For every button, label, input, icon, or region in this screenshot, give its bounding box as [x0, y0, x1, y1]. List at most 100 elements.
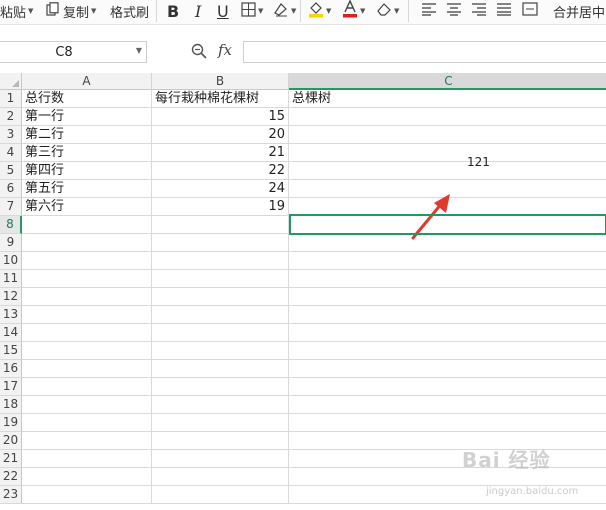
font-color-button[interactable]: ▼ — [342, 0, 365, 22]
chevron-down-icon[interactable]: ▼ — [28, 7, 33, 15]
cell-b16[interactable] — [152, 360, 289, 378]
cell-c22[interactable] — [289, 468, 606, 486]
row-header[interactable]: 1 — [0, 90, 22, 108]
row-header[interactable]: 23 — [0, 486, 22, 504]
cell-a12[interactable] — [22, 288, 152, 306]
select-all-corner[interactable] — [0, 73, 22, 90]
cell-a8[interactable] — [22, 216, 152, 234]
row-header[interactable]: 11 — [0, 270, 22, 288]
cell-c14[interactable] — [289, 324, 606, 342]
row-header[interactable]: 4 — [0, 144, 22, 162]
chevron-down-icon[interactable]: ▼ — [258, 7, 263, 15]
cell-a15[interactable] — [22, 342, 152, 360]
row-header[interactable]: 20 — [0, 432, 22, 450]
align-center-button[interactable] — [446, 0, 462, 22]
format-painter-button[interactable]: 格式刷 — [110, 0, 149, 22]
row-header[interactable]: 3 — [0, 126, 22, 144]
cell-b9[interactable] — [152, 234, 289, 252]
cell-c15[interactable] — [289, 342, 606, 360]
row-header[interactable]: 9 — [0, 234, 22, 252]
cell-b13[interactable] — [152, 306, 289, 324]
formula-input[interactable] — [243, 41, 606, 63]
cell-b8[interactable] — [152, 216, 289, 234]
row-header[interactable]: 6 — [0, 180, 22, 198]
cell-a19[interactable] — [22, 414, 152, 432]
fill-color-button[interactable]: ▼ — [308, 0, 331, 22]
underline-button[interactable]: U — [217, 0, 229, 22]
cell-c5[interactable] — [289, 162, 606, 180]
italic-button[interactable]: I — [195, 0, 201, 22]
cell-a9[interactable] — [22, 234, 152, 252]
cell-b10[interactable] — [152, 252, 289, 270]
cell-c20[interactable] — [289, 432, 606, 450]
chevron-down-icon[interactable]: ▼ — [394, 7, 399, 15]
row-header[interactable]: 12 — [0, 288, 22, 306]
cell-a21[interactable] — [22, 450, 152, 468]
fx-icon[interactable]: fx — [218, 41, 232, 59]
row-header[interactable]: 19 — [0, 414, 22, 432]
cell-b12[interactable] — [152, 288, 289, 306]
cell-a11[interactable] — [22, 270, 152, 288]
cell-b7[interactable]: 19 — [152, 198, 289, 216]
cell-b11[interactable] — [152, 270, 289, 288]
zoom-icon[interactable] — [191, 43, 207, 63]
cell-c3[interactable] — [289, 126, 606, 144]
row-header[interactable]: 17 — [0, 378, 22, 396]
cell-c1[interactable]: 总棵树 — [289, 90, 606, 108]
align-right-button[interactable] — [471, 0, 487, 22]
paste-button[interactable]: 粘贴 ▼ — [0, 0, 33, 22]
cell-c11[interactable] — [289, 270, 606, 288]
cell-c16[interactable] — [289, 360, 606, 378]
merge-center-button[interactable]: 合并居中 — [553, 0, 605, 22]
cell-b21[interactable] — [152, 450, 289, 468]
row-header[interactable]: 2 — [0, 108, 22, 126]
cell-b4[interactable]: 21 — [152, 144, 289, 162]
cell-a23[interactable] — [22, 486, 152, 504]
row-header[interactable]: 5 — [0, 162, 22, 180]
cell-b18[interactable] — [152, 396, 289, 414]
cell-b3[interactable]: 20 — [152, 126, 289, 144]
clear-button[interactable]: ▼ — [376, 0, 399, 22]
row-header[interactable]: 21 — [0, 450, 22, 468]
cell-a1[interactable]: 总行数 — [22, 90, 152, 108]
cell-b23[interactable] — [152, 486, 289, 504]
cell-a22[interactable] — [22, 468, 152, 486]
copy-button[interactable]: 复制 ▼ — [46, 0, 96, 22]
row-header[interactable]: 7 — [0, 198, 22, 216]
cell-a18[interactable] — [22, 396, 152, 414]
column-header-b[interactable]: B — [152, 73, 289, 90]
cell-b1[interactable]: 每行栽种棉花棵树 — [152, 90, 289, 108]
cell-c18[interactable] — [289, 396, 606, 414]
cell-c12[interactable] — [289, 288, 606, 306]
chevron-down-icon[interactable]: ▼ — [136, 46, 142, 55]
fill-effect-button[interactable]: ▼ — [273, 0, 296, 22]
row-header[interactable]: 10 — [0, 252, 22, 270]
chevron-down-icon[interactable]: ▼ — [291, 7, 296, 15]
cell-a17[interactable] — [22, 378, 152, 396]
row-header[interactable]: 22 — [0, 468, 22, 486]
name-box[interactable]: C8 ▼ — [0, 41, 147, 63]
cell-a14[interactable] — [22, 324, 152, 342]
borders-button[interactable]: ▼ — [241, 0, 263, 22]
cell-c21[interactable] — [289, 450, 606, 468]
cell-c10[interactable] — [289, 252, 606, 270]
bold-button[interactable]: B — [167, 0, 179, 22]
cell-c13[interactable] — [289, 306, 606, 324]
cell-a2[interactable]: 第一行 — [22, 108, 152, 126]
cell-b19[interactable] — [152, 414, 289, 432]
row-header[interactable]: 8 — [0, 216, 22, 234]
cell-b17[interactable] — [152, 378, 289, 396]
cell-b20[interactable] — [152, 432, 289, 450]
cell-b15[interactable] — [152, 342, 289, 360]
cell-a7[interactable]: 第六行 — [22, 198, 152, 216]
column-header-a[interactable]: A — [22, 73, 152, 90]
chevron-down-icon[interactable]: ▼ — [360, 7, 365, 15]
cell-b6[interactable]: 24 — [152, 180, 289, 198]
cell-a13[interactable] — [22, 306, 152, 324]
cell-c19[interactable] — [289, 414, 606, 432]
row-header[interactable]: 14 — [0, 324, 22, 342]
cell-c4[interactable] — [289, 144, 606, 162]
cell-a6[interactable]: 第五行 — [22, 180, 152, 198]
cell-a3[interactable]: 第二行 — [22, 126, 152, 144]
chevron-down-icon[interactable]: ▼ — [326, 7, 331, 15]
